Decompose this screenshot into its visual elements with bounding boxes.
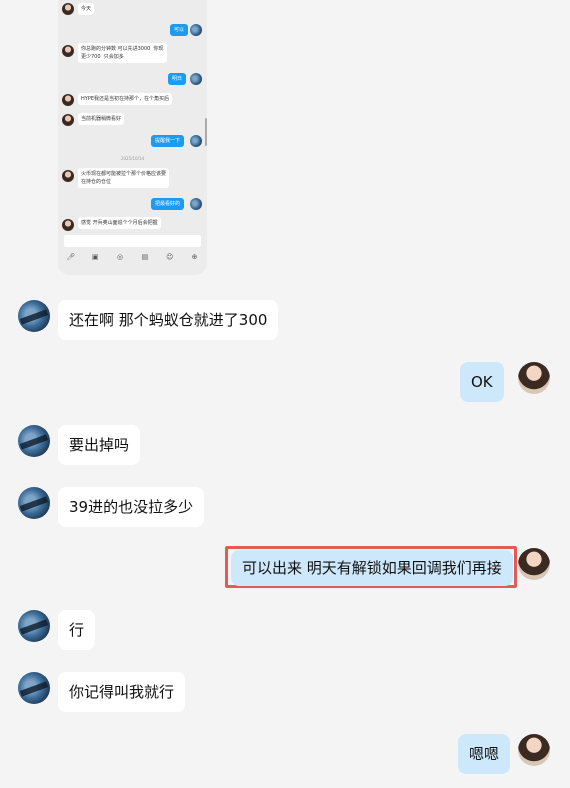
message-bubble: 嗯嗯 <box>458 734 511 774</box>
avatar <box>62 45 74 57</box>
mini-message: 可以 <box>170 24 189 36</box>
image-icon: ▣ <box>91 253 99 261</box>
avatar <box>190 24 202 36</box>
mini-message: 明日 <box>168 73 187 85</box>
contact-avatar[interactable] <box>18 610 50 642</box>
avatar <box>62 114 74 126</box>
avatar <box>190 135 202 147</box>
mini-message: HYPE我还是当初在持那个，在个角买后 <box>78 93 172 105</box>
embedded-chat-screenshot[interactable]: 今天 可以 你总跑的分钟数 可以先进3000 你现 更少700 只会加多 明日 … <box>58 0 207 275</box>
mini-scrollbar <box>205 118 207 146</box>
mini-toolbar: 🎤︎ ▣ ◎ ▤ ☺ ⊕ <box>58 250 207 264</box>
message-bubble: 可以出来 明天有解锁如果回调我们再接 <box>231 550 513 586</box>
mini-message: 今天 <box>78 3 95 15</box>
contact-avatar[interactable] <box>18 300 50 332</box>
avatar <box>62 219 74 231</box>
plus-icon: ⊕ <box>191 253 198 261</box>
message-bubble: 39进的也没拉多少 <box>58 487 205 527</box>
mic-icon: 🎤︎ <box>66 253 76 261</box>
avatar <box>62 94 74 106</box>
emoji-icon: ☺ <box>166 253 174 261</box>
mini-message: 火币现在都可能被拉个那个价格应该要 在持仓的仓位 <box>78 168 170 188</box>
my-avatar[interactable] <box>518 548 550 580</box>
camera-icon: ◎ <box>117 253 124 261</box>
gif-icon: ▤ <box>141 253 149 261</box>
my-avatar[interactable] <box>518 734 550 766</box>
avatar <box>62 3 74 15</box>
message-bubble: 你记得叫我就行 <box>58 672 186 712</box>
avatar <box>62 170 74 182</box>
mini-message: 把最看好的 <box>151 198 185 210</box>
message-bubble: OK <box>460 362 504 402</box>
mini-timestamp: 2025/10/14 <box>120 156 145 161</box>
mini-message: 感觉 开兵奥山面追个个月后会把握 <box>78 217 161 229</box>
avatar <box>190 198 202 210</box>
mini-message: 提醒我一下 <box>151 135 185 147</box>
contact-avatar[interactable] <box>18 487 50 519</box>
avatar <box>190 73 202 85</box>
message-bubble: 要出掉吗 <box>58 425 141 465</box>
contact-avatar[interactable] <box>18 672 50 704</box>
message-bubble: 行 <box>58 610 96 650</box>
contact-avatar[interactable] <box>18 425 50 457</box>
my-avatar[interactable] <box>518 362 550 394</box>
mini-message: 你总跑的分钟数 可以先进3000 你现 更少700 只会加多 <box>78 43 167 63</box>
mini-input-field <box>64 235 201 247</box>
mini-message: 当前机器稍微看好 <box>78 113 125 125</box>
message-bubble: 还在啊 那个蚂蚁仓就进了300 <box>58 300 279 340</box>
